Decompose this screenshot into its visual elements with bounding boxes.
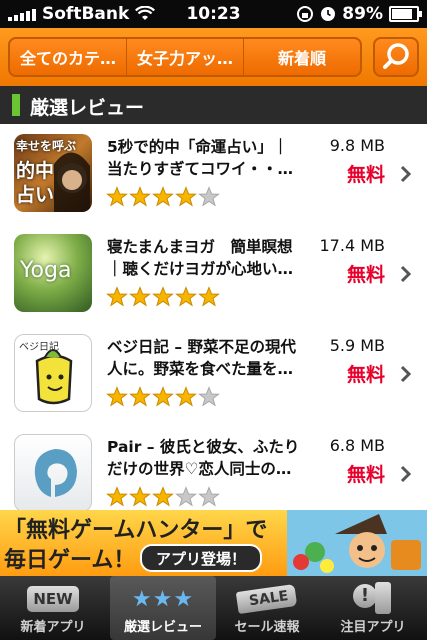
rotation-lock-icon bbox=[297, 6, 314, 22]
filter-segmented-control: 全てのカテ… 女子力アッ… 新着順 bbox=[8, 37, 362, 77]
app-title-line-1: Pair – 彼氏と彼女、ふたり bbox=[107, 438, 300, 456]
app-icon-text-vege: ベジ日記 bbox=[19, 342, 59, 353]
star-filled-icon bbox=[106, 386, 128, 407]
tab-label: セール速報 bbox=[234, 620, 300, 635]
star-filled-icon bbox=[129, 186, 151, 207]
section-header: 厳選レビュー bbox=[0, 86, 427, 125]
rating-stars bbox=[106, 386, 220, 407]
section-title: 厳選レビュー bbox=[30, 97, 145, 119]
filter-bar: 全てのカテ… 女子力アッ… 新着順 bbox=[0, 28, 427, 86]
stars-icon: ★★★ bbox=[131, 586, 195, 612]
search-button[interactable] bbox=[373, 37, 419, 77]
app-icon-pair bbox=[14, 434, 92, 510]
rating-stars bbox=[106, 186, 220, 207]
app-icon-text-2: 的中 bbox=[16, 160, 55, 182]
star-filled-icon bbox=[129, 486, 151, 507]
status-bar: SoftBank 10:23 89% bbox=[0, 0, 427, 28]
app-icon-text-yoga: Yoga bbox=[20, 258, 72, 283]
app-title-line-2: ｜聴くだけヨガが心地い… bbox=[107, 260, 294, 278]
app-size: 6.8 MB bbox=[329, 436, 385, 455]
rating-stars bbox=[106, 486, 220, 507]
search-icon bbox=[383, 43, 409, 69]
app-title: 5秒で的中「命運占い」｜ 当たりすぎてコワイ・・… bbox=[107, 136, 317, 180]
banner-character-illustration bbox=[287, 510, 427, 576]
app-price: 無料 bbox=[346, 164, 385, 186]
game-hunter-banner[interactable]: 「無料ゲームハンター」で 毎日ゲーム！ アプリ登場！ bbox=[0, 510, 427, 576]
chevron-right-icon bbox=[400, 365, 412, 383]
app-icon-fortune: 幸せを呼ぶ 的中 占い bbox=[14, 134, 92, 212]
tab-label: 厳選レビュー bbox=[123, 620, 202, 635]
app-title-line-1: 5秒で的中「命運占い」｜ bbox=[107, 138, 289, 156]
star-filled-icon bbox=[175, 386, 197, 407]
app-row-pair[interactable]: Pair – 彼氏と彼女、ふたり だけの世界♡恋人同士の… 6.8 MB 無料 bbox=[0, 424, 427, 510]
star-filled-icon bbox=[175, 286, 197, 307]
app-title: ベジ日記 – 野菜不足の現代 人に。野菜を食べた量を… bbox=[107, 336, 317, 380]
sort-order-button[interactable]: 新着順 bbox=[244, 39, 360, 75]
star-filled-icon bbox=[152, 286, 174, 307]
app-row-vege-diary[interactable]: ベジ日記 ベジ日記 – 野菜不足の現代 人に。野菜を食べた量を… 5.9 MB … bbox=[0, 324, 427, 425]
chevron-right-icon bbox=[400, 165, 412, 183]
app-title-line-2: 人に。野菜を食べた量を… bbox=[107, 360, 294, 378]
star-filled-icon bbox=[152, 386, 174, 407]
battery-icon bbox=[389, 6, 422, 22]
star-empty-icon bbox=[175, 486, 197, 507]
app-icon-yoga: Yoga bbox=[14, 234, 92, 312]
rating-stars bbox=[106, 286, 220, 307]
star-filled-icon bbox=[129, 386, 151, 407]
app-price: 無料 bbox=[346, 364, 385, 386]
app-title: Pair – 彼氏と彼女、ふたり だけの世界♡恋人同士の… bbox=[107, 436, 317, 480]
star-filled-icon bbox=[129, 286, 151, 307]
star-filled-icon bbox=[175, 186, 197, 207]
app-row-yoga[interactable]: Yoga 寝たまんまヨガ 簡単瞑想 ｜聴くだけヨガが心地い… 17.4 MB 無… bbox=[0, 224, 427, 325]
app-row-fortune[interactable]: 幸せを呼ぶ 的中 占い 5秒で的中「命運占い」｜ 当たりすぎてコワイ・・… 9.… bbox=[0, 124, 427, 225]
star-filled-icon bbox=[106, 186, 128, 207]
tab-label: 注目アプリ bbox=[340, 620, 406, 635]
app-size: 5.9 MB bbox=[329, 336, 385, 355]
app-title-line-1: ベジ日記 – 野菜不足の現代 bbox=[107, 338, 297, 356]
new-icon: NEW bbox=[27, 586, 79, 612]
subcategory-filter-button[interactable]: 女子力アッ… bbox=[127, 39, 244, 75]
app-price: 無料 bbox=[346, 264, 385, 286]
banner-headline: 「無料ゲームハンター」で bbox=[4, 518, 268, 543]
star-filled-icon bbox=[152, 486, 174, 507]
star-empty-icon bbox=[198, 386, 220, 407]
chevron-right-icon bbox=[400, 265, 412, 283]
star-filled-icon bbox=[198, 286, 220, 307]
tab-featured-apps[interactable]: ! 注目アプリ bbox=[320, 576, 426, 640]
chevron-right-icon bbox=[400, 465, 412, 483]
banner-subheadline: 毎日ゲーム！ bbox=[4, 548, 136, 573]
star-empty-icon bbox=[198, 186, 220, 207]
app-title-line-2: 当たりすぎてコワイ・・… bbox=[107, 160, 294, 178]
alarm-clock-icon bbox=[321, 7, 336, 21]
app-title-line-2: だけの世界♡恋人同士の… bbox=[107, 460, 292, 478]
app-size: 17.4 MB bbox=[319, 236, 386, 255]
star-empty-icon bbox=[198, 486, 220, 507]
app-size: 9.8 MB bbox=[329, 136, 385, 155]
star-filled-icon bbox=[152, 186, 174, 207]
star-filled-icon bbox=[106, 486, 128, 507]
sale-tag-icon: SALE bbox=[236, 583, 298, 615]
battery-percent: 89% bbox=[342, 4, 383, 24]
app-icon-text-1: 幸せを呼ぶ bbox=[16, 139, 77, 153]
phone-alert-icon: ! bbox=[351, 582, 395, 616]
category-filter-button[interactable]: 全てのカテ… bbox=[10, 39, 127, 75]
section-accent-bar bbox=[12, 94, 20, 116]
app-list: 幸せを呼ぶ 的中 占い 5秒で的中「命運占い」｜ 当たりすぎてコワイ・・… 9.… bbox=[0, 124, 427, 510]
tab-new-apps[interactable]: NEW 新着アプリ bbox=[0, 576, 106, 640]
tab-sale-news[interactable]: SALE セール速報 bbox=[214, 576, 320, 640]
tab-bar: NEW 新着アプリ ★★★ 厳選レビュー SALE セール速報 ! 注目アプリ bbox=[0, 576, 427, 640]
app-icon-text-3: 占い bbox=[16, 184, 55, 206]
tab-curated-reviews[interactable]: ★★★ 厳選レビュー bbox=[110, 576, 216, 640]
star-filled-icon bbox=[106, 286, 128, 307]
app-price: 無料 bbox=[346, 464, 385, 486]
app-icon-vege-diary: ベジ日記 bbox=[14, 334, 92, 412]
banner-badge: アプリ登場！ bbox=[140, 544, 263, 572]
app-title-line-1: 寝たまんまヨガ 簡単瞑想 bbox=[107, 238, 293, 256]
app-title: 寝たまんまヨガ 簡単瞑想 ｜聴くだけヨガが心地い… bbox=[107, 236, 317, 280]
tab-label: 新着アプリ bbox=[20, 620, 86, 635]
